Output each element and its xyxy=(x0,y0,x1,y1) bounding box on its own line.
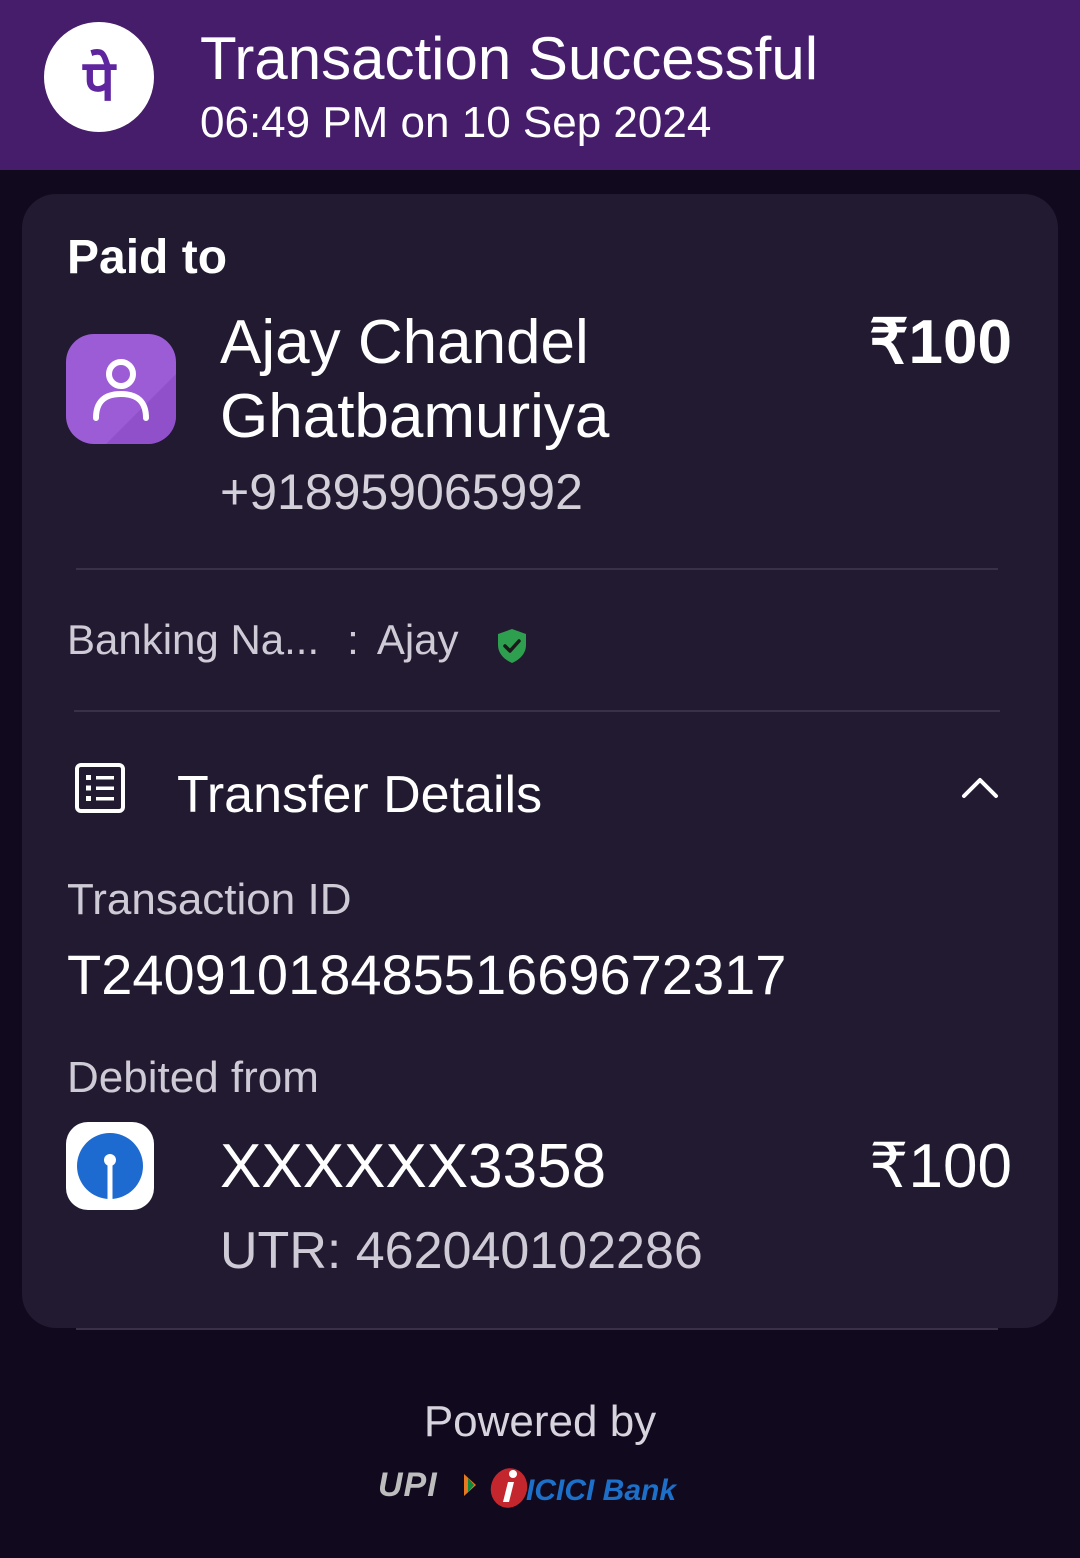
sbi-bank-logo-icon xyxy=(66,1122,154,1210)
paid-amount: ₹100 xyxy=(869,308,1012,377)
utr-number[interactable]: UTR: 462040102286 xyxy=(220,1220,703,1282)
header-bar: पे Transaction Successful 06:49 PM on 10… xyxy=(0,0,1080,170)
partner-logos: UPI ICICI Bank xyxy=(378,1462,708,1514)
debited-from-label: Debited from xyxy=(67,1053,319,1102)
svg-text:पे: पे xyxy=(82,48,117,114)
paid-to-label: Paid to xyxy=(67,231,228,284)
phonepe-logo-icon: पे xyxy=(44,22,154,132)
transaction-id-value[interactable]: T2409101848551669672317 xyxy=(67,942,786,1008)
divider xyxy=(74,710,1000,712)
page-title: Transaction Successful xyxy=(200,25,819,92)
account-number: XXXXXX3358 xyxy=(220,1132,607,1201)
debited-amount: ₹100 xyxy=(869,1132,1012,1201)
transaction-card: Paid to Ajay Chandel Ghatbamuriya +91895… xyxy=(22,194,1058,1328)
transaction-timestamp: 06:49 PM on 10 Sep 2024 xyxy=(200,98,712,147)
icici-bank-logo: ICICI Bank xyxy=(526,1474,677,1507)
divider xyxy=(76,568,998,570)
payee-name-line2: Ghatbamuriya xyxy=(220,382,610,451)
banking-name-value: Ajay xyxy=(376,616,459,663)
receipt-list-icon xyxy=(75,763,125,813)
shield-check-icon xyxy=(498,629,526,663)
powered-by-label: Powered by xyxy=(423,1397,657,1446)
payee-name: Ajay Chandel xyxy=(220,308,589,377)
banking-name-separator: : xyxy=(347,616,359,663)
icici-logo-icon xyxy=(490,1468,528,1508)
person-icon xyxy=(66,334,176,444)
transfer-details-title[interactable]: Transfer Details xyxy=(177,762,542,828)
transaction-id-label: Transaction ID xyxy=(67,875,352,924)
banking-name-label: Banking Na... xyxy=(67,616,320,663)
chevron-up-icon[interactable] xyxy=(960,772,1000,802)
banking-name-row: Banking Na...: Ajay xyxy=(67,612,459,668)
upi-logo: UPI xyxy=(378,1466,438,1504)
divider xyxy=(76,1328,998,1330)
upi-arrow-icon xyxy=(464,1474,476,1496)
payee-phone: +918959065992 xyxy=(220,464,583,520)
